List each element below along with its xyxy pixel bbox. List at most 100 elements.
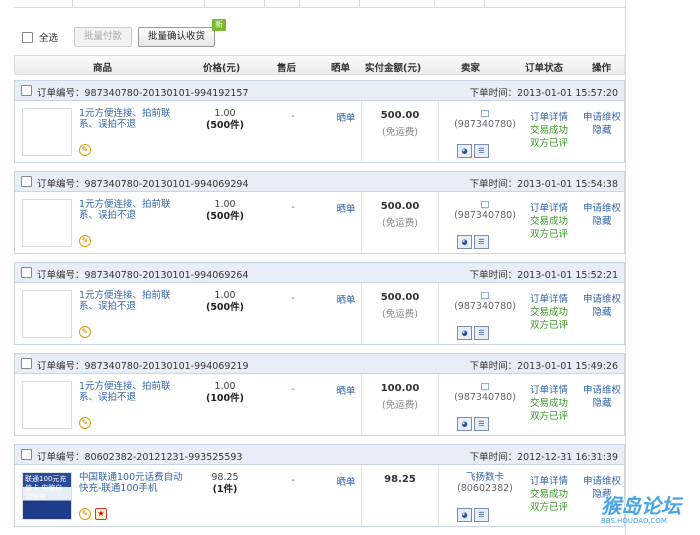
order-detail-link[interactable]: 订单详情 <box>522 293 576 306</box>
seller-cell: 飞扬数卡 (80602382) <box>439 472 531 494</box>
order-body: 1元方便连接、拍前联系、误拍不退 ✎ 1.00 (500件) - 晒单 500.… <box>15 283 624 345</box>
order-time: 下单时间：2013-01-01 15:52:21 <box>469 270 618 281</box>
order-checkbox[interactable] <box>21 267 32 278</box>
seller-contact-icons: ◕ ☰ <box>457 417 489 431</box>
order-time: 下单时间：2012-12-31 16:31:39 <box>469 452 618 463</box>
trade-status: 交易成功 <box>529 307 568 318</box>
seller-id: (987340780) <box>454 301 516 312</box>
order-body: 联通100元充值卡 电脑自动快充 中国联通100元话费自动快充-联通100手机 … <box>15 465 624 527</box>
product-title-link[interactable]: 1元方便连接、拍前联系、误拍不退 <box>79 199 189 221</box>
im-chat-icon[interactable]: ◕ <box>457 235 472 249</box>
share-order-link[interactable]: 晒单 <box>331 474 361 488</box>
apply-dispute-link[interactable]: 申请维权 <box>580 384 624 397</box>
product-title-link[interactable]: 中国联通100元话费自动快充-联通100手机 <box>79 472 189 494</box>
select-all-checkbox[interactable] <box>22 31 33 43</box>
product-title-link[interactable]: 1元方便连接、拍前联系、误拍不退 <box>79 290 189 312</box>
im-chat-icon[interactable]: ◕ <box>457 417 472 431</box>
seller-name-link[interactable]: □ <box>439 381 531 392</box>
order-ops-cell: 申请维权 隐藏 <box>580 202 624 228</box>
order-status-cell: 订单详情 交易成功 双方已评 <box>522 293 576 332</box>
seller-profile-icon[interactable]: ☰ <box>474 417 489 431</box>
seller-contact-icons: ◕ ☰ <box>457 508 489 522</box>
quantity: (500件) <box>205 211 244 222</box>
im-chat-icon[interactable]: ◕ <box>457 508 472 522</box>
forum-watermark: 猴岛论坛 BBS.HOUDAO.COM <box>601 490 697 532</box>
order-id: 订单编号：987340780-20130101-994069219 <box>37 361 249 372</box>
order-time: 下单时间：2013-01-01 15:54:38 <box>469 179 618 190</box>
review-icon[interactable]: ✎ <box>79 144 91 156</box>
hide-order-link[interactable]: 隐藏 <box>580 215 624 228</box>
order-checkbox[interactable] <box>21 449 32 460</box>
seller-profile-icon[interactable]: ☰ <box>474 144 489 158</box>
review-icon[interactable]: ✎ <box>79 508 91 520</box>
seller-profile-icon[interactable]: ☰ <box>474 235 489 249</box>
seller-contact-icons: ◕ ☰ <box>457 235 489 249</box>
watermark-title: 猴岛论坛 <box>601 494 681 518</box>
im-chat-icon[interactable]: ◕ <box>457 144 472 158</box>
order-checkbox[interactable] <box>21 85 32 96</box>
batch-toolbar: 全选 批量付款 批量确认收货 新 <box>22 19 227 48</box>
order-checkbox[interactable] <box>21 358 32 369</box>
order-body: 1元方便连接、拍前联系、误拍不退 ✎ 1.00 (500件) - 晒单 500.… <box>15 101 624 163</box>
product-thumbnail[interactable] <box>22 290 72 338</box>
order-time: 下单时间：2013-01-01 15:57:20 <box>469 88 618 99</box>
batch-pay-button[interactable]: 批量付款 <box>74 27 133 47</box>
order-ops-cell: 申请维权 隐藏 <box>580 111 624 137</box>
top-table-remnant <box>14 0 626 8</box>
im-chat-icon[interactable]: ◕ <box>457 326 472 340</box>
after-sale-cell: - <box>291 202 295 213</box>
order-detail-link[interactable]: 订单详情 <box>522 111 576 124</box>
paid-amount-cell: 98.25 <box>361 465 439 526</box>
seller-contact-icons: ◕ ☰ <box>457 144 489 158</box>
review-icon[interactable]: ✎ <box>79 417 91 429</box>
thumbnail-text: 联通100元充值卡 电脑自动快充 <box>25 475 67 501</box>
share-order-link[interactable]: 晒单 <box>331 110 361 124</box>
price-cell: 1.00 (500件) <box>197 199 253 223</box>
product-thumbnail[interactable] <box>22 381 72 429</box>
shipping-note: (免运费) <box>382 218 418 229</box>
order-card: 订单编号：987340780-20130101-994069264 下单时间：2… <box>14 262 625 345</box>
price-cell: 1.00 (100件) <box>197 381 253 405</box>
hide-order-link[interactable]: 隐藏 <box>580 124 624 137</box>
order-detail-link[interactable]: 订单详情 <box>522 475 576 488</box>
hide-order-link[interactable]: 隐藏 <box>580 306 624 319</box>
order-status-cell: 订单详情 交易成功 双方已评 <box>522 111 576 150</box>
share-order-link[interactable]: 晒单 <box>331 383 361 397</box>
apply-dispute-link[interactable]: 申请维权 <box>580 293 624 306</box>
hide-order-link[interactable]: 隐藏 <box>580 397 624 410</box>
product-thumbnail[interactable]: 联通100元充值卡 电脑自动快充 <box>22 472 72 520</box>
order-card: 订单编号：987340780-20130101-994069294 下单时间：2… <box>14 171 625 254</box>
product-title-link[interactable]: 1元方便连接、拍前联系、误拍不退 <box>79 381 189 403</box>
batch-confirm-receipt-button[interactable]: 批量确认收货 新 <box>138 19 227 47</box>
col-paid: 实付金额(元) <box>365 63 422 74</box>
review-icon[interactable]: ✎ <box>79 326 91 338</box>
order-id: 订单编号：987340780-20130101-994069264 <box>37 270 249 281</box>
seller-profile-icon[interactable]: ☰ <box>474 326 489 340</box>
order-card: 订单编号：80602382-20121231-993525593 下单时间：20… <box>14 444 625 527</box>
seller-name-link[interactable]: 飞扬数卡 <box>439 472 531 483</box>
seller-name-link[interactable]: □ <box>439 290 531 301</box>
col-seller: 卖家 <box>461 63 481 74</box>
order-detail-link[interactable]: 订单详情 <box>522 202 576 215</box>
price-cell: 1.00 (500件) <box>197 290 253 314</box>
trade-status: 交易成功 <box>529 489 568 500</box>
order-status-cell: 订单详情 交易成功 双方已评 <box>522 384 576 423</box>
share-order-link[interactable]: 晒单 <box>331 201 361 215</box>
product-title-link[interactable]: 1元方便连接、拍前联系、误拍不退 <box>79 108 189 130</box>
seller-name-link[interactable]: □ <box>439 199 531 210</box>
seller-profile-icon[interactable]: ☰ <box>474 508 489 522</box>
apply-dispute-link[interactable]: 申请维权 <box>580 111 624 124</box>
review-icon[interactable]: ✎ <box>79 235 91 247</box>
product-thumbnail[interactable] <box>22 199 72 247</box>
apply-dispute-link[interactable]: 申请维权 <box>580 475 624 488</box>
shipping-note: (免运费) <box>382 309 418 320</box>
product-thumbnail[interactable] <box>22 108 72 156</box>
order-detail-link[interactable]: 订单详情 <box>522 384 576 397</box>
seller-name-link[interactable]: □ <box>439 108 531 119</box>
share-order-link[interactable]: 晒单 <box>331 292 361 306</box>
seller-cell: □ (987340780) <box>439 199 531 221</box>
order-header: 订单编号：987340780-20130101-994069264 下单时间：2… <box>15 263 624 283</box>
apply-dispute-link[interactable]: 申请维权 <box>580 202 624 215</box>
order-checkbox[interactable] <box>21 176 32 187</box>
batch-confirm-label: 批量确认收货 <box>148 31 206 42</box>
